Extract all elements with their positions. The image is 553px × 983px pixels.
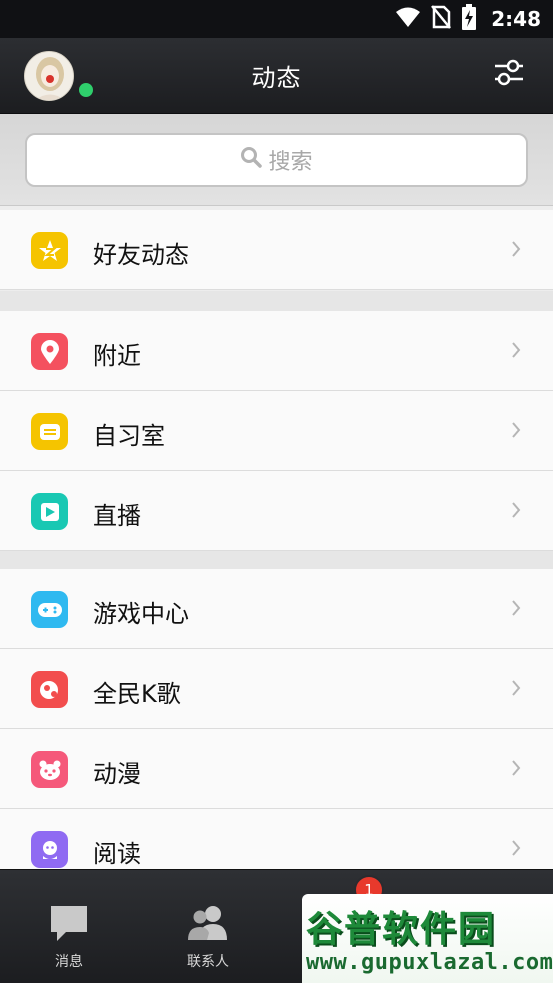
search-placeholder: 搜索 <box>268 150 313 175</box>
list-item-label: 附近 <box>93 342 141 370</box>
panda-face-icon <box>31 751 68 788</box>
location-pin-icon <box>31 333 68 370</box>
watermark-title: 谷普软件园 <box>306 909 497 950</box>
list-item-label: 动漫 <box>93 760 141 788</box>
reading-icon <box>31 831 68 868</box>
wifi-icon <box>395 6 421 32</box>
list-item-label: 游戏中心 <box>93 600 189 628</box>
qzone-star-icon <box>31 232 68 269</box>
live-play-icon <box>31 493 68 530</box>
list-item-study-room[interactable]: 自习室 <box>0 391 553 471</box>
title-bar: 动态 <box>0 38 553 114</box>
search-area: 搜索 <box>0 114 553 206</box>
status-time: 2:48 <box>491 7 541 31</box>
chevron-right-icon <box>512 502 521 518</box>
gamepad-icon <box>31 591 68 628</box>
chevron-right-icon <box>512 760 521 776</box>
list-item-label: 好友动态 <box>93 241 189 269</box>
no-sim-icon <box>431 5 452 33</box>
chevron-right-icon <box>512 241 521 257</box>
chevron-right-icon <box>512 840 521 856</box>
chevron-right-icon <box>512 342 521 358</box>
study-room-icon <box>31 413 68 450</box>
list-item-live[interactable]: 直播 <box>0 471 553 551</box>
page-title: 动态 <box>251 64 302 92</box>
status-icons: 2:48 <box>395 4 541 34</box>
chevron-right-icon <box>512 422 521 438</box>
list-item-label: 阅读 <box>93 840 141 868</box>
battery-charging-icon <box>461 4 477 34</box>
list-item-label: 自习室 <box>93 422 165 450</box>
search-icon <box>240 146 263 174</box>
watermark-url: www.gupuxlazal.com <box>306 950 553 975</box>
list-item-anime[interactable]: 动漫 <box>0 729 553 809</box>
list-item-karaoke[interactable]: 全民K歌 <box>0 649 553 729</box>
sliders-icon <box>493 59 525 92</box>
watermark: 谷普软件园 www.gupuxlazal.com <box>302 894 553 983</box>
karaoke-icon <box>31 671 68 708</box>
settings-button[interactable] <box>493 58 525 88</box>
tab-label: 联系人 <box>187 954 229 970</box>
chevron-right-icon <box>512 600 521 616</box>
tab-messages[interactable]: 消息 <box>29 903 109 971</box>
chat-bubble-icon <box>48 906 90 947</box>
section-divider <box>0 291 553 311</box>
section-divider <box>0 550 553 569</box>
tab-label: 消息 <box>55 954 83 970</box>
list-item-friend-feed[interactable]: 好友动态 <box>0 210 553 290</box>
list-item-label: 直播 <box>93 502 141 530</box>
tab-contacts[interactable]: 联系人 <box>168 903 248 971</box>
chevron-right-icon <box>512 680 521 696</box>
search-input[interactable]: 搜索 <box>25 133 528 187</box>
list-item-nearby[interactable]: 附近 <box>0 311 553 391</box>
contacts-icon <box>183 906 233 947</box>
list-item-label: 全民K歌 <box>93 680 181 708</box>
list-item-game-center[interactable]: 游戏中心 <box>0 569 553 649</box>
status-bar: 2:48 <box>0 0 553 38</box>
